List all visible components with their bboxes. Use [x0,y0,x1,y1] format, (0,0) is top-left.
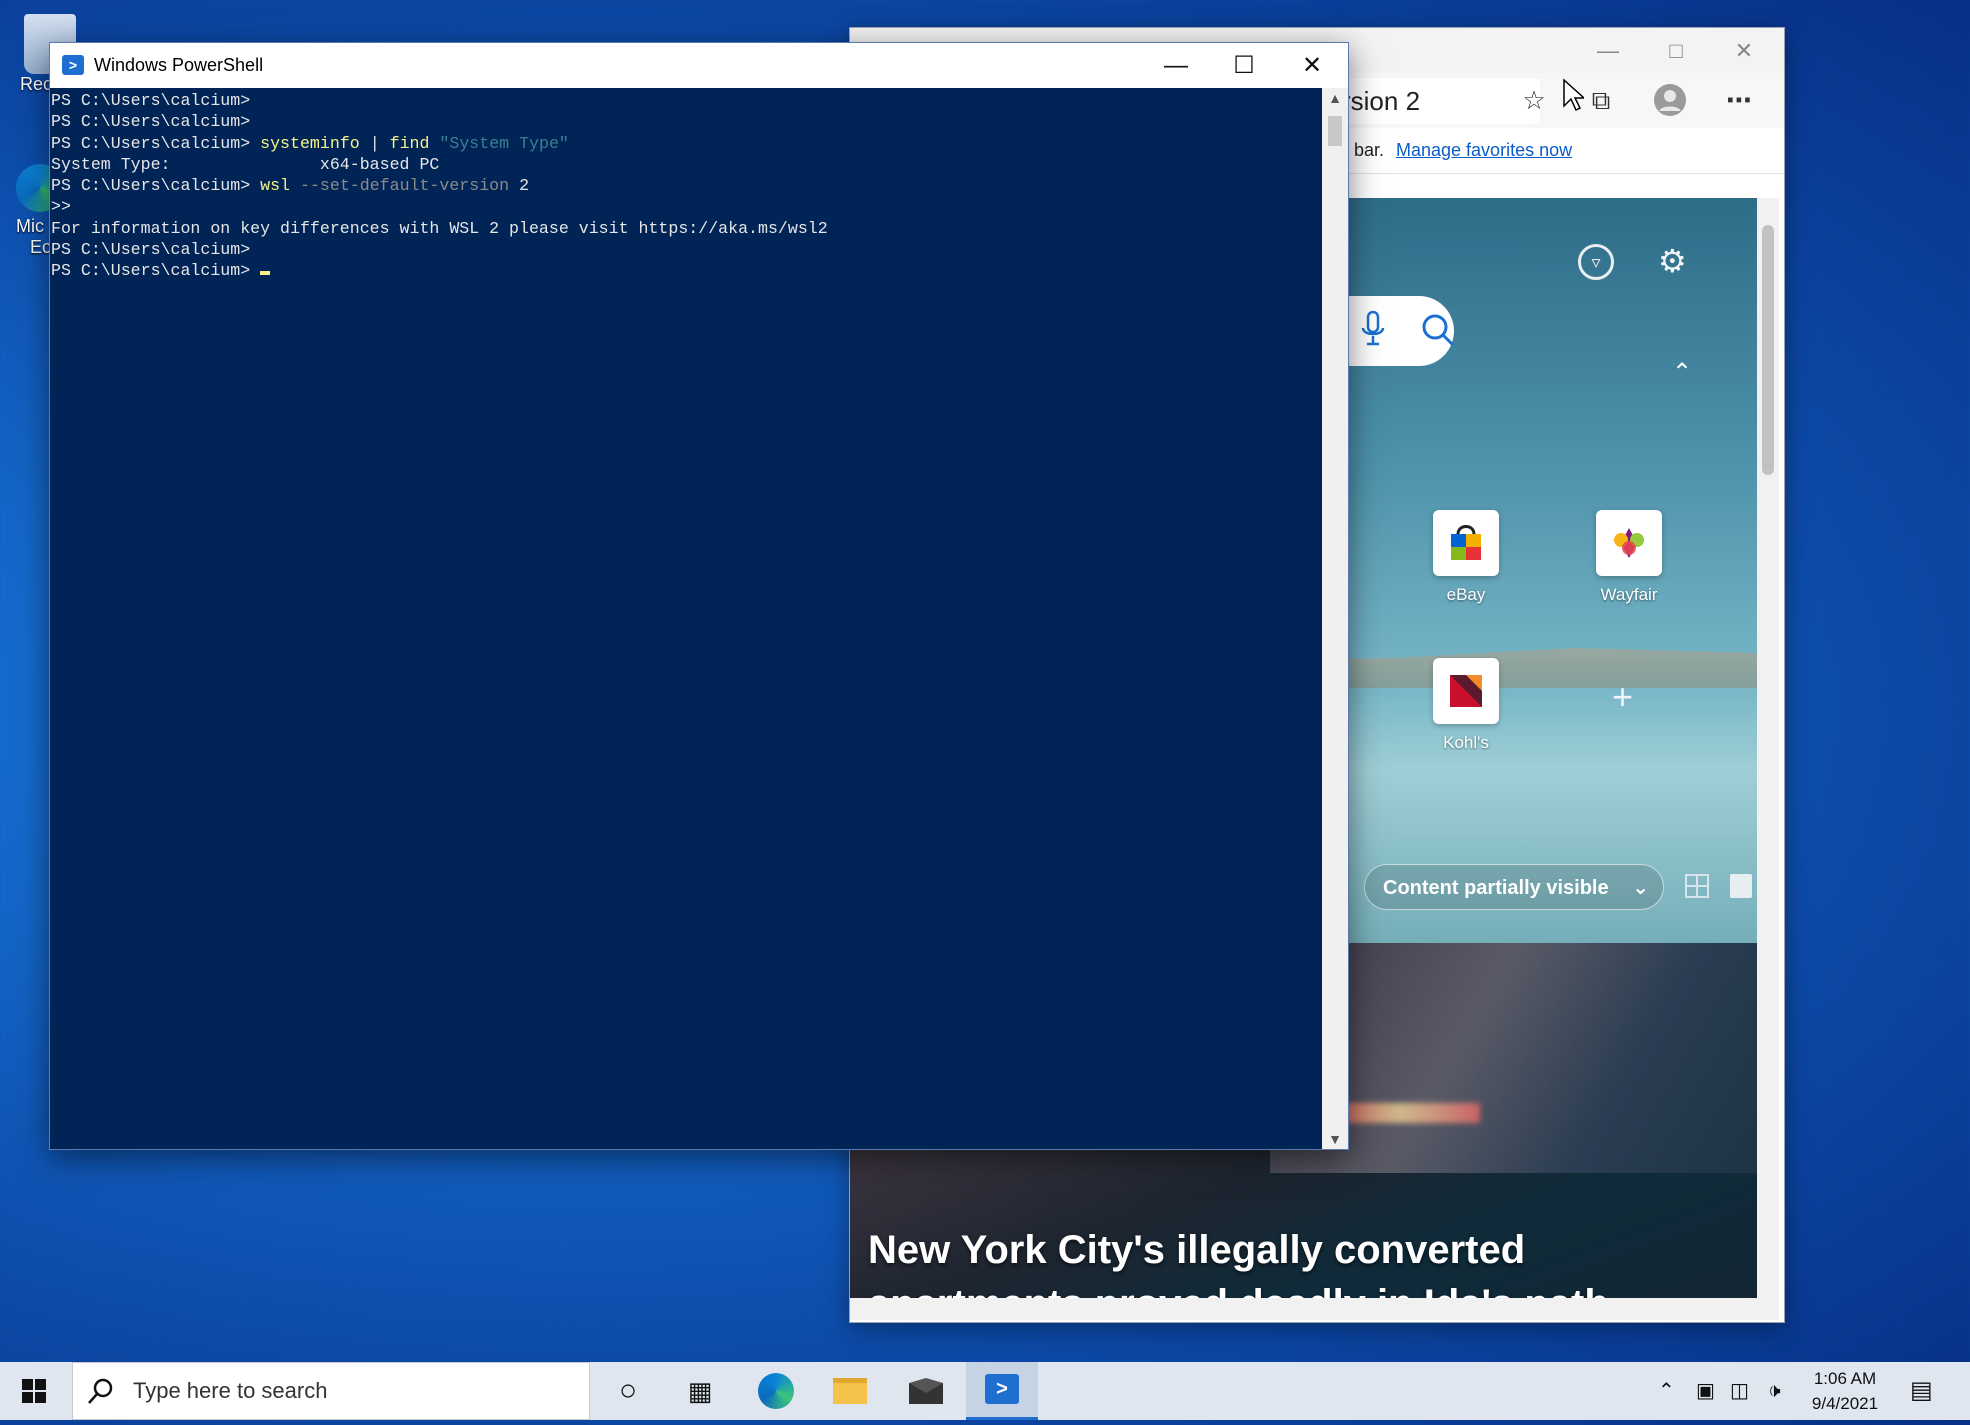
powershell-title: Windows PowerShell [94,55,264,75]
mouse-pointer-icon [1562,78,1586,117]
cortana-icon[interactable]: ○ [594,1362,662,1420]
command: find [389,133,430,153]
manage-favorites-link[interactable]: Manage favorites now [1396,140,1572,161]
ebay-bag-icon [1451,525,1481,560]
tile-ebay[interactable] [1433,510,1499,576]
edge-icon [758,1373,794,1409]
file-explorer-icon[interactable] [816,1362,884,1420]
close-button[interactable]: ✕ [1710,28,1778,73]
address-text: rsion 2 [1342,86,1421,116]
clock-date: 9/4/2021 [1811,1394,1879,1413]
parameter: --set-default-version [299,176,510,196]
command: systeminfo [260,133,360,153]
console-line: PS C:\Users\calcium> [51,91,251,110]
minimize-button[interactable]: — [1142,43,1210,88]
powershell-taskbar-icon[interactable]: > [966,1362,1038,1420]
console-line: PS C:\Users\calcium> wsl --set-default-v… [51,175,1322,196]
powershell-icon: > [62,55,84,75]
prompt: PS C:\Users\calcium> [51,133,251,153]
console-line: System Type: x64-based PC [51,154,440,174]
console-output[interactable]: PS C:\Users\calcium> PS C:\Users\calcium>… [50,88,1322,1149]
collapse-chevron-icon[interactable]: ⌃ [1672,358,1692,387]
task-view-icon[interactable]: ▦ [666,1362,734,1420]
clock-time: 1:06 AM [1813,1369,1877,1388]
list-layout-icon[interactable] [1730,874,1752,898]
kohls-logo-icon [1450,675,1482,707]
argument: 2 [519,176,530,196]
taskbar: Type here to search ○ ▦ > ⌃ ▣ ◫ 🕩 1:06 A… [0,1362,1970,1420]
network-icon[interactable]: ◫ [1730,1362,1749,1420]
add-site-button[interactable]: + [1612,676,1633,718]
news-headline[interactable]: New York City's illegally converted apar… [868,1223,1748,1298]
tile-kohls-label: Kohl's [1443,733,1489,752]
microphone-icon[interactable] [1360,310,1386,355]
scroll-down-arrow-icon[interactable]: ▼ [1322,1131,1348,1147]
page-scroll-thumb[interactable] [1762,225,1774,475]
maximize-button[interactable]: ☐ [1210,43,1278,88]
edge-taskbar-icon[interactable] [742,1362,810,1420]
favorites-bar-text: bar. [1354,140,1385,160]
powershell-icon: > [985,1374,1019,1404]
tile-ebay-label: eBay [1446,585,1486,604]
console-line: >> [51,197,71,217]
console-vertical-scrollbar[interactable]: ▲ ▼ [1322,88,1348,1149]
string-argument: "System Type" [439,133,569,153]
content-visibility-dropdown[interactable]: Content partially visible ⌄ [1364,864,1664,910]
console-line: PS C:\Users\calcium> [51,240,251,260]
page-horizontal-scrollbar[interactable] [850,1298,1779,1320]
console-scroll-thumb[interactable] [1328,116,1342,146]
pipe: | [359,133,390,153]
console-line: PS C:\Users\calcium> [51,260,1322,281]
wayfair-logo-icon [1614,528,1644,558]
command: wsl [260,176,291,196]
start-button[interactable] [0,1362,68,1420]
chevron-down-icon: ⌄ [1632,877,1649,899]
add-favorite-icon[interactable]: ☆ [1514,80,1554,120]
clock[interactable]: 1:06 AM 9/4/2021 [1800,1366,1890,1416]
scroll-up-arrow-icon[interactable]: ▲ [1322,90,1348,106]
more-options-icon[interactable]: ⋯ [1719,80,1759,120]
show-hidden-icons-chevron[interactable]: ⌃ [1658,1362,1675,1420]
profile-avatar-icon[interactable] [1650,80,1690,120]
console-line: PS C:\Users\calcium> [51,112,251,132]
search-icon[interactable] [1420,312,1456,353]
page-settings-icon[interactable]: ⚙ [1658,242,1687,280]
notifications-icon[interactable]: ▤ [1910,1362,1933,1420]
close-button[interactable]: ✕ [1278,43,1346,88]
console-line: PS C:\Users\calcium> systeminfo | find "… [51,133,1322,154]
taskbar-search-placeholder: Type here to search [133,1378,328,1403]
minimize-button[interactable]: — [1574,28,1642,73]
maximize-button[interactable]: □ [1642,28,1710,73]
windows-logo-icon [22,1379,46,1403]
page-vertical-scrollbar[interactable] [1757,198,1779,1298]
prompt: PS C:\Users\calcium> [51,176,251,196]
content-visibility-label: Content partially visible [1383,877,1609,899]
search-icon [87,1377,115,1410]
collections-icon[interactable]: ⧉ [1581,80,1621,120]
address-bar[interactable]: rsion 2 [1330,78,1540,124]
mail-icon[interactable] [892,1362,960,1420]
grid-layout-icon[interactable] [1685,874,1709,898]
taskbar-search-box[interactable]: Type here to search [72,1362,590,1420]
console-line: For information on key differences with … [51,218,828,238]
volume-icon[interactable]: 🕩 [1768,1362,1781,1420]
rewards-icon[interactable]: ▿ [1578,244,1614,280]
text-cursor [260,271,271,276]
powershell-window: > Windows PowerShell — ☐ ✕ PS C:\Users\c… [49,42,1349,1150]
folder-icon [833,1378,867,1404]
powershell-titlebar[interactable]: > Windows PowerShell — ☐ ✕ [50,43,1348,88]
device-icon[interactable]: ▣ [1696,1362,1715,1420]
tile-kohls[interactable] [1433,658,1499,724]
tile-wayfair-label: Wayfair [1600,585,1658,604]
prompt: PS C:\Users\calcium> [51,261,251,281]
tile-wayfair[interactable] [1596,510,1662,576]
